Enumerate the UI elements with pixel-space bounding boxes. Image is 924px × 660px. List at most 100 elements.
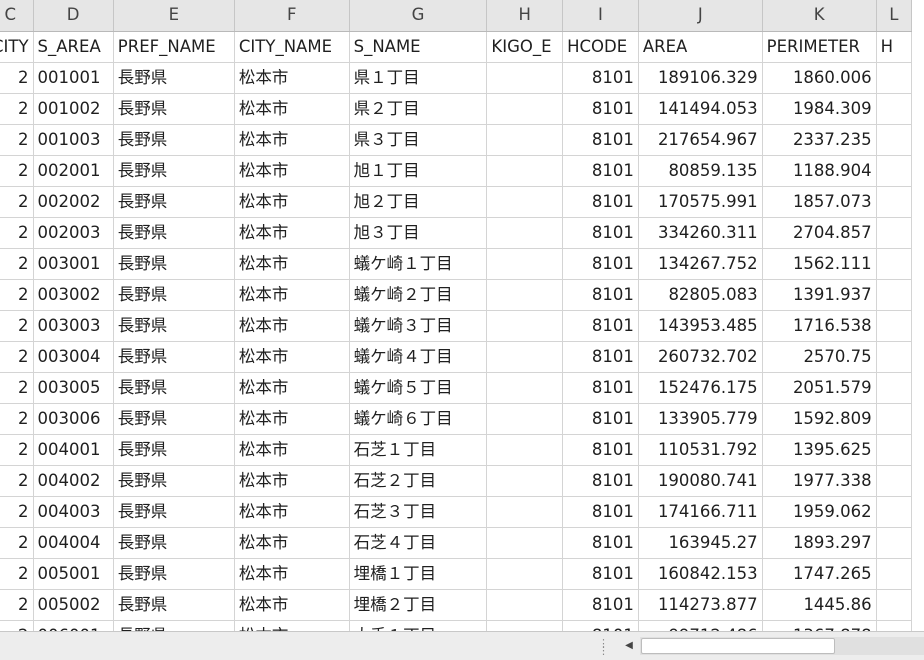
cell[interactable]: 2337.235	[762, 124, 877, 156]
cell[interactable]: 蟻ケ崎１丁目	[349, 248, 488, 280]
cell[interactable]: 8101	[562, 279, 639, 311]
cell[interactable]: 8101	[562, 620, 639, 631]
cell[interactable]: 長野県	[113, 527, 235, 559]
cell[interactable]: PREF_NAME	[113, 31, 235, 63]
cell[interactable]: 114273.877	[638, 589, 763, 621]
cell[interactable]: 8101	[562, 155, 639, 187]
cell[interactable]: 003006	[33, 403, 114, 435]
cell[interactable]: CITY_NAME	[234, 31, 350, 63]
cell[interactable]: 160842.153	[638, 558, 763, 590]
column-header-i[interactable]: I	[562, 0, 639, 32]
cell[interactable]: 長野県	[113, 186, 235, 218]
cell[interactable]: 松本市	[234, 310, 350, 342]
scroll-left-arrow-icon[interactable]: ◀	[620, 637, 638, 655]
cell[interactable]: 8101	[562, 93, 639, 125]
cell[interactable]: 蟻ケ崎４丁目	[349, 341, 488, 373]
cell[interactable]: 松本市	[234, 496, 350, 528]
cell[interactable]	[876, 310, 913, 342]
cell[interactable]: 001001	[33, 62, 114, 94]
cell[interactable]: 2	[0, 527, 34, 559]
cell[interactable]: 1959.062	[762, 496, 877, 528]
cell[interactable]: 8101	[562, 372, 639, 404]
cell[interactable]: 8101	[562, 310, 639, 342]
cell[interactable]: 2	[0, 279, 34, 311]
cell[interactable]: 松本市	[234, 124, 350, 156]
cell[interactable]	[876, 279, 913, 311]
cell[interactable]: 石芝４丁目	[349, 527, 488, 559]
cell[interactable]: 8101	[562, 341, 639, 373]
cell[interactable]: 003002	[33, 279, 114, 311]
cell[interactable]: 長野県	[113, 558, 235, 590]
cell[interactable]: 110531.792	[638, 434, 763, 466]
cell[interactable]: 003003	[33, 310, 114, 342]
cell[interactable]: 松本市	[234, 403, 350, 435]
cell[interactable]: CITY	[0, 31, 34, 63]
cell[interactable]	[876, 155, 913, 187]
cell[interactable]: 松本市	[234, 465, 350, 497]
cell[interactable]: H	[876, 31, 913, 63]
cell[interactable]: 長野県	[113, 403, 235, 435]
cell[interactable]: 141494.053	[638, 93, 763, 125]
sheet-tab-grip-icon[interactable]: ⋮ ⋮	[598, 638, 609, 656]
cell[interactable]: 長野県	[113, 62, 235, 94]
cell[interactable]: 217654.967	[638, 124, 763, 156]
cell[interactable]: 133905.779	[638, 403, 763, 435]
cell[interactable]: 蟻ケ崎６丁目	[349, 403, 488, 435]
cell[interactable]: 蟻ケ崎２丁目	[349, 279, 488, 311]
cell[interactable]: 002003	[33, 217, 114, 249]
cell[interactable]: 長野県	[113, 248, 235, 280]
cell[interactable]: 260732.702	[638, 341, 763, 373]
horizontal-scrollbar-thumb[interactable]	[641, 638, 835, 654]
cell[interactable]	[876, 93, 913, 125]
cell[interactable]: 松本市	[234, 217, 350, 249]
cell[interactable]: 8101	[562, 589, 639, 621]
cell[interactable]: 松本市	[234, 62, 350, 94]
cell[interactable]: 134267.752	[638, 248, 763, 280]
cell[interactable]: 143953.485	[638, 310, 763, 342]
cell[interactable]: 長野県	[113, 434, 235, 466]
cell[interactable]: 松本市	[234, 620, 350, 631]
column-header-c[interactable]: C	[0, 0, 34, 32]
cell[interactable]: 2	[0, 496, 34, 528]
cell[interactable]: 松本市	[234, 589, 350, 621]
cell[interactable]	[876, 465, 913, 497]
cell[interactable]: 2	[0, 372, 34, 404]
cell[interactable]	[876, 403, 913, 435]
cell[interactable]	[486, 186, 564, 218]
cell[interactable]	[486, 310, 564, 342]
cell[interactable]: 004004	[33, 527, 114, 559]
column-header-f[interactable]: F	[234, 0, 350, 32]
cell[interactable]: 石芝１丁目	[349, 434, 488, 466]
cell[interactable]: 8101	[562, 248, 639, 280]
cell[interactable]: 1562.111	[762, 248, 877, 280]
cell[interactable]	[486, 155, 564, 187]
cell[interactable]	[486, 465, 564, 497]
cell[interactable]: 001003	[33, 124, 114, 156]
cell[interactable]: 長野県	[113, 217, 235, 249]
cell[interactable]: 003005	[33, 372, 114, 404]
cell[interactable]: 1395.625	[762, 434, 877, 466]
cell[interactable]: 2	[0, 403, 34, 435]
cell[interactable]	[876, 186, 913, 218]
column-header-h[interactable]: H	[486, 0, 564, 32]
column-header-k[interactable]: K	[762, 0, 877, 32]
cell[interactable]: AREA	[638, 31, 763, 63]
cell[interactable]	[876, 527, 913, 559]
cell[interactable]: 82805.083	[638, 279, 763, 311]
cell[interactable]: 2	[0, 434, 34, 466]
cell[interactable]: 152476.175	[638, 372, 763, 404]
cell[interactable]: 190080.741	[638, 465, 763, 497]
cell[interactable]: 8101	[562, 496, 639, 528]
cell[interactable]	[486, 496, 564, 528]
cell[interactable]: 8101	[562, 217, 639, 249]
cell[interactable]: 2570.75	[762, 341, 877, 373]
cell[interactable]: 99712.486	[638, 620, 763, 631]
cell[interactable]: 旭１丁目	[349, 155, 488, 187]
cell[interactable]: 004003	[33, 496, 114, 528]
cell[interactable]: 県１丁目	[349, 62, 488, 94]
cell[interactable]	[486, 217, 564, 249]
cell[interactable]: 長野県	[113, 589, 235, 621]
cell[interactable]: 163945.27	[638, 527, 763, 559]
cell[interactable]	[486, 527, 564, 559]
cell[interactable]: HCODE	[562, 31, 639, 63]
